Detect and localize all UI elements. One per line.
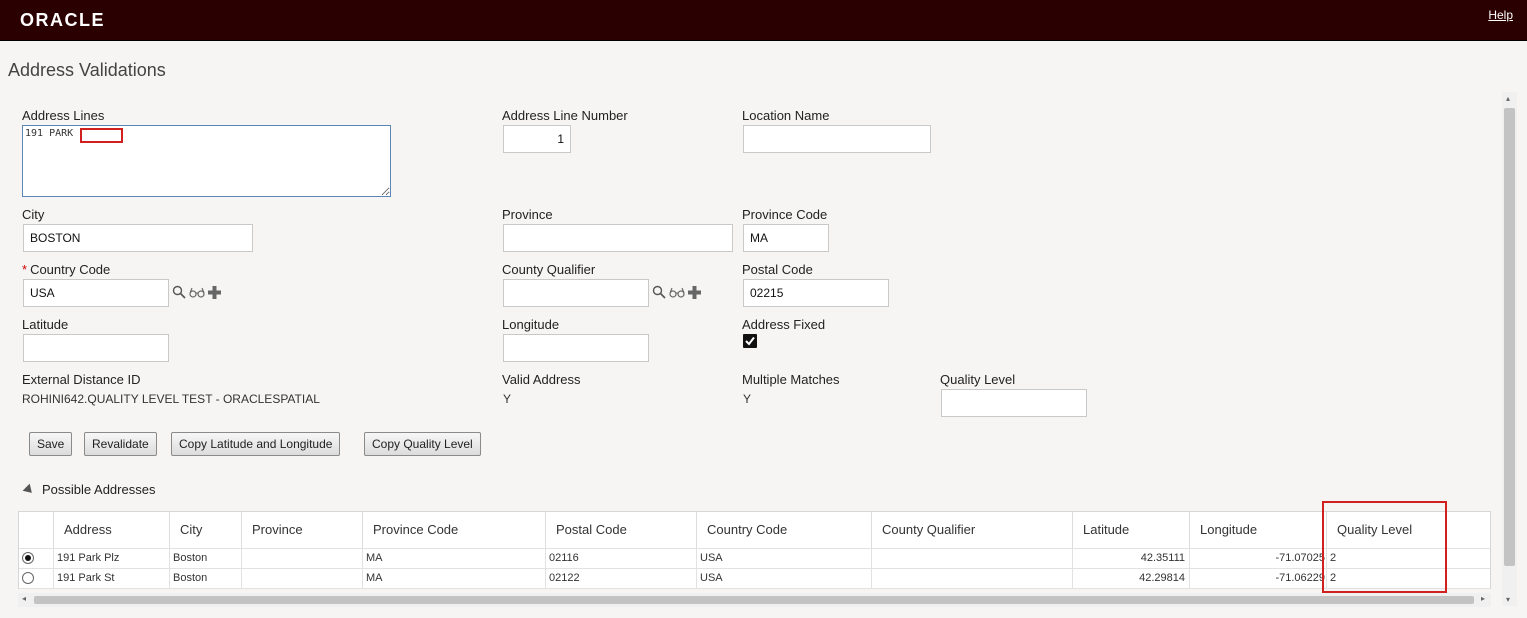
glasses-icon[interactable] <box>189 285 205 301</box>
checkmark-icon <box>745 336 755 346</box>
address-lines-label: Address Lines <box>22 108 105 123</box>
cell-province <box>241 568 362 588</box>
row-divider <box>19 588 1490 589</box>
valid-address-label: Valid Address <box>502 372 581 387</box>
cell-latitude: 42.35111 <box>1072 548 1189 568</box>
cell-country-code: USA <box>696 568 871 588</box>
multiple-matches-label: Multiple Matches <box>742 372 840 387</box>
cell-quality-level: 2 <box>1326 568 1446 588</box>
plus-icon[interactable] <box>687 285 703 301</box>
copy-latitude-longitude-button[interactable]: Copy Latitude and Longitude <box>171 432 341 456</box>
county-qualifier-label: County Qualifier <box>502 262 596 277</box>
header-bar: ORACLE Help <box>0 0 1527 41</box>
cell-country-code: USA <box>696 548 871 568</box>
cell-longitude: -71.07025 <box>1189 548 1326 568</box>
scroll-right-icon[interactable]: ▸ <box>1481 594 1485 603</box>
cell-latitude: 42.29814 <box>1072 568 1189 588</box>
city-input[interactable] <box>23 224 253 252</box>
column-header-country-code[interactable]: Country Code <box>696 512 871 548</box>
address-fixed-label: Address Fixed <box>742 317 826 332</box>
address-line-number-label: Address Line Number <box>502 108 628 123</box>
quality-level-label: Quality Level <box>940 372 1016 387</box>
external-distance-id-value: ROHINI642.QUALITY LEVEL TEST - ORACLESPA… <box>22 392 320 406</box>
help-link[interactable]: Help <box>1488 8 1513 22</box>
cell-postal-code: 02122 <box>545 568 696 588</box>
latitude-input[interactable] <box>23 334 169 362</box>
column-header-address[interactable]: Address <box>53 512 169 548</box>
copy-quality-level-button[interactable]: Copy Quality Level <box>364 432 481 456</box>
cell-address: 191 Park Plz <box>53 548 169 568</box>
save-button[interactable]: Save <box>29 432 73 456</box>
collapse-triangle-icon[interactable] <box>22 483 36 497</box>
column-header-province-code[interactable]: Province Code <box>362 512 545 548</box>
possible-addresses-title: Possible Addresses <box>42 482 156 497</box>
longitude-label: Longitude <box>502 317 560 332</box>
required-asterisk: * <box>22 262 28 277</box>
address-fixed-checkbox[interactable] <box>743 334 757 348</box>
column-header-postal-code[interactable]: Postal Code <box>545 512 696 548</box>
row-select-radio[interactable] <box>22 572 34 584</box>
cell-county-qualifier <box>871 548 1072 568</box>
cell-postal-code: 02116 <box>545 548 696 568</box>
possible-addresses-header[interactable]: Possible Addresses <box>22 482 156 497</box>
glasses-icon[interactable] <box>669 285 685 301</box>
magnifier-icon[interactable] <box>172 285 188 301</box>
country-code-label: * Country Code <box>22 262 110 277</box>
address-lines-input[interactable] <box>22 125 391 197</box>
scroll-down-icon[interactable]: ▾ <box>1506 595 1510 604</box>
column-header-province[interactable]: Province <box>241 512 362 548</box>
address-line-number-input[interactable] <box>503 125 571 153</box>
revalidate-button[interactable]: Revalidate <box>84 432 157 456</box>
quality-level-input[interactable] <box>941 389 1087 417</box>
county-qualifier-input[interactable] <box>503 279 649 307</box>
vertical-scrollbar[interactable]: ▴ ▾ <box>1502 92 1517 606</box>
cell-province <box>241 548 362 568</box>
oracle-logo: ORACLE <box>20 10 105 30</box>
column-header-filler <box>1446 512 1490 548</box>
cell-province-code: MA <box>362 568 545 588</box>
column-header-longitude[interactable]: Longitude <box>1189 512 1326 548</box>
multiple-matches-value: Y <box>743 392 752 406</box>
row-select-radio[interactable] <box>22 552 34 564</box>
plus-icon[interactable] <box>207 285 223 301</box>
province-code-input[interactable] <box>743 224 829 252</box>
column-header-city[interactable]: City <box>169 512 241 548</box>
cell-address: 191 Park St <box>53 568 169 588</box>
column-header-county-qualifier[interactable]: County Qualifier <box>871 512 1072 548</box>
page-title: Address Validations <box>8 60 166 80</box>
magnifier-icon[interactable] <box>652 285 668 301</box>
horizontal-scroll-thumb[interactable] <box>34 596 1474 604</box>
longitude-input[interactable] <box>503 334 649 362</box>
province-input[interactable] <box>503 224 733 252</box>
city-label: City <box>22 207 45 222</box>
cell-city: Boston <box>169 548 241 568</box>
cell-province-code: MA <box>362 548 545 568</box>
postal-code-label: Postal Code <box>742 262 813 277</box>
cell-longitude: -71.06229 <box>1189 568 1326 588</box>
vertical-scroll-thumb[interactable] <box>1504 108 1515 566</box>
country-code-label-text: Country Code <box>30 262 111 277</box>
postal-code-input[interactable] <box>743 279 889 307</box>
horizontal-scrollbar[interactable]: ◂ ▸ <box>18 593 1491 607</box>
province-code-label: Province Code <box>742 207 828 222</box>
column-header-quality-level[interactable]: Quality Level <box>1326 512 1446 548</box>
valid-address-value: Y <box>503 392 512 406</box>
column-header-latitude[interactable]: Latitude <box>1072 512 1189 548</box>
location-name-label: Location Name <box>742 108 830 123</box>
external-distance-id-label: External Distance ID <box>22 372 141 387</box>
country-code-input[interactable] <box>23 279 169 307</box>
scroll-up-icon[interactable]: ▴ <box>1506 94 1510 103</box>
location-name-input[interactable] <box>743 125 931 153</box>
province-label: Province <box>502 207 553 222</box>
cell-quality-level: 2 <box>1326 548 1446 568</box>
possible-addresses-table: Address City Province Province Code Post… <box>18 511 1491 589</box>
latitude-label: Latitude <box>22 317 69 332</box>
cell-county-qualifier <box>871 568 1072 588</box>
scroll-left-icon[interactable]: ◂ <box>22 594 26 603</box>
cell-city: Boston <box>169 568 241 588</box>
